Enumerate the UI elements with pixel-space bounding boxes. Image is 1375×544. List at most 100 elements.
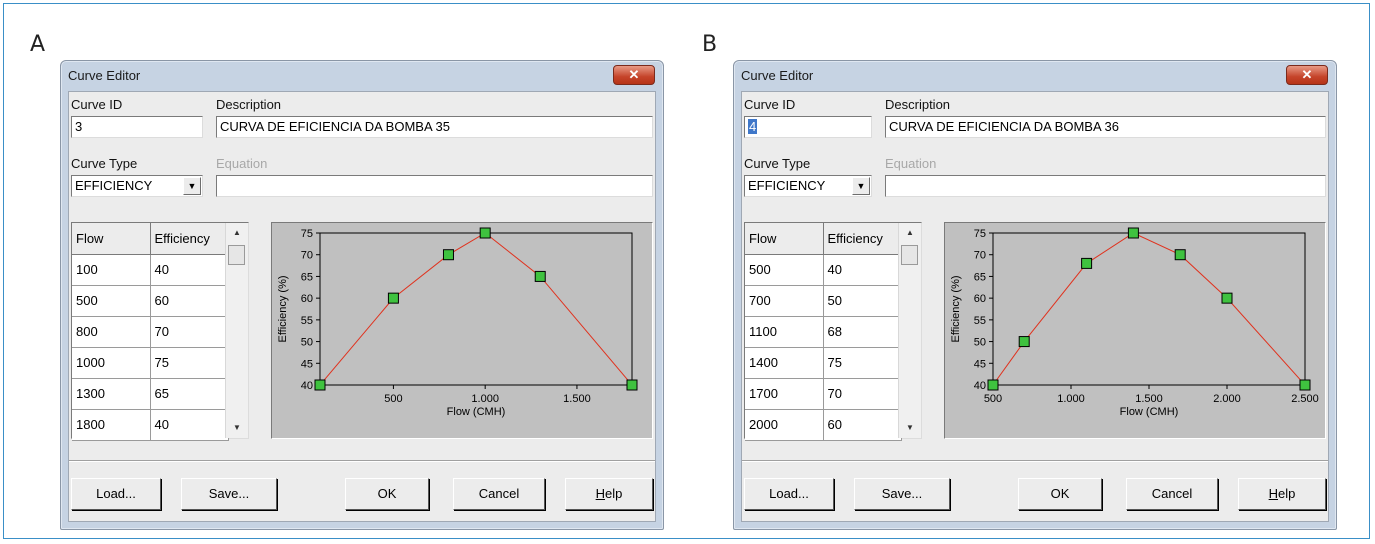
title-bar[interactable]: Curve Editor ✕	[734, 61, 1336, 91]
x-tick-label: 500	[984, 393, 1002, 405]
x-tick-label: 1.000	[471, 393, 499, 405]
flow-cell[interactable]: 1400	[745, 347, 824, 379]
scroll-down-icon[interactable]: ▼	[899, 418, 921, 438]
x-tick-label: 2.000	[1213, 393, 1241, 405]
flow-cell[interactable]: 100	[72, 254, 151, 286]
help-label: elp	[1278, 486, 1296, 501]
y-axis-label: Efficiency (%)	[277, 275, 289, 342]
flow-cell[interactable]: 700	[745, 285, 824, 317]
data-point-marker	[1174, 249, 1186, 261]
save-button[interactable]: Save...	[181, 478, 277, 510]
flow-cell[interactable]: 1800	[72, 409, 151, 441]
save-button[interactable]: Save...	[854, 478, 950, 510]
column-header-flow[interactable]: Flow	[72, 223, 151, 255]
efficiency-cell[interactable]: 60	[150, 285, 229, 317]
help-button[interactable]: Help	[1238, 478, 1326, 510]
scroll-thumb[interactable]	[228, 245, 245, 265]
ok-button[interactable]: OK	[1018, 478, 1102, 510]
curve-type-select[interactable]: EFFICIENCY ▼	[744, 175, 872, 197]
chevron-down-icon[interactable]: ▼	[852, 177, 870, 195]
y-tick-label: 65	[301, 271, 313, 283]
table-row[interactable]: 800 70	[72, 316, 229, 348]
scroll-thumb[interactable]	[901, 245, 918, 265]
help-mnemonic: H	[1268, 486, 1279, 501]
table-row[interactable]: 500 60	[72, 285, 229, 317]
ok-button[interactable]: OK	[345, 478, 429, 510]
grid-scrollbar[interactable]: ▲ ▼	[898, 223, 921, 438]
efficiency-cell[interactable]: 40	[150, 409, 229, 441]
close-button[interactable]: ✕	[613, 65, 655, 85]
data-point-marker	[1018, 336, 1030, 348]
help-button[interactable]: Help	[565, 478, 653, 510]
flow-cell[interactable]: 500	[745, 254, 824, 286]
flow-cell[interactable]: 500	[72, 285, 151, 317]
efficiency-cell[interactable]: 50	[823, 285, 902, 317]
scroll-down-icon[interactable]: ▼	[226, 418, 248, 438]
data-point-marker	[479, 227, 491, 239]
dialog-client-area: Curve ID 3 Description CURVA DE EFICIENC…	[68, 91, 656, 522]
curve-id-label: Curve ID	[71, 97, 123, 112]
flow-cell[interactable]: 1300	[72, 378, 151, 410]
efficiency-cell[interactable]: 70	[823, 378, 902, 410]
data-point-marker	[1299, 379, 1311, 391]
table-row[interactable]: 1300 65	[72, 378, 229, 410]
chevron-down-icon[interactable]: ▼	[183, 177, 201, 195]
efficiency-cell[interactable]: 68	[823, 316, 902, 348]
table-row[interactable]: 1800 40	[72, 409, 229, 441]
title-bar[interactable]: Curve Editor ✕	[61, 61, 663, 91]
flow-cell[interactable]: 1700	[745, 378, 824, 410]
x-tick-label: 500	[384, 393, 402, 405]
flow-cell[interactable]: 800	[72, 316, 151, 348]
equation-field[interactable]	[216, 175, 653, 197]
efficiency-cell[interactable]: 40	[823, 254, 902, 286]
curve-data-grid[interactable]: Flow Efficiency 100 40 500 60 800 70 1000 75…	[71, 222, 249, 441]
efficiency-cell[interactable]: 40	[150, 254, 229, 286]
curve-id-field[interactable]: 4	[744, 116, 872, 138]
table-row[interactable]: 100 40	[72, 254, 229, 286]
cancel-button[interactable]: Cancel	[1126, 478, 1218, 510]
efficiency-curve-plot: 40 45 50 55 60 65 70 75 500 1.000 1.500 2.000 2.500 F…	[944, 222, 1326, 439]
load-button[interactable]: Load...	[744, 478, 834, 510]
efficiency-cell[interactable]: 60	[823, 409, 902, 441]
flow-cell[interactable]: 1000	[72, 347, 151, 379]
grid-scrollbar[interactable]: ▲ ▼	[225, 223, 248, 438]
load-button[interactable]: Load...	[71, 478, 161, 510]
efficiency-series-line	[992, 232, 1306, 386]
flow-cell[interactable]: 2000	[745, 409, 824, 441]
table-row[interactable]: 1000 75	[72, 347, 229, 379]
efficiency-cell[interactable]: 75	[823, 347, 902, 379]
table-row[interactable]: 1100 68	[745, 316, 902, 348]
curve-data-grid[interactable]: Flow Efficiency 500 40 700 50 1100 68 1400 7…	[744, 222, 922, 441]
column-header-efficiency[interactable]: Efficiency	[823, 223, 902, 255]
flow-cell[interactable]: 1100	[745, 316, 824, 348]
data-point-marker	[1221, 292, 1233, 304]
curve-id-field[interactable]: 3	[71, 116, 203, 138]
table-row[interactable]: 700 50	[745, 285, 902, 317]
curve-type-select[interactable]: EFFICIENCY ▼	[71, 175, 203, 197]
x-tick-label: 1.000	[1057, 393, 1085, 405]
y-tick-label: 50	[974, 337, 986, 349]
table-row[interactable]: 2000 60	[745, 409, 902, 441]
table-row[interactable]: 1400 75	[745, 347, 902, 379]
column-header-flow[interactable]: Flow	[745, 223, 824, 255]
scroll-up-icon[interactable]: ▲	[226, 223, 248, 243]
equation-field[interactable]	[885, 175, 1326, 197]
y-tick-label: 75	[301, 228, 313, 240]
column-header-efficiency[interactable]: Efficiency	[150, 223, 229, 255]
scroll-up-icon[interactable]: ▲	[899, 223, 921, 243]
cancel-button[interactable]: Cancel	[453, 478, 545, 510]
data-point-marker	[1081, 257, 1093, 269]
description-field[interactable]: CURVA DE EFICIENCIA DA BOMBA 36	[885, 116, 1326, 138]
equation-label: Equation	[885, 156, 937, 171]
description-field[interactable]: CURVA DE EFICIENCIA DA BOMBA 35	[216, 116, 653, 138]
table-row[interactable]: 500 40	[745, 254, 902, 286]
close-button[interactable]: ✕	[1286, 65, 1328, 85]
curve-chart: 40 45 50 55 60 65 70 75 500 1.000 1.500 2.000 2.500 F…	[950, 227, 1319, 418]
efficiency-cell[interactable]: 75	[150, 347, 229, 379]
help-label: elp	[605, 486, 623, 501]
efficiency-cell[interactable]: 70	[150, 316, 229, 348]
data-point-marker	[626, 379, 638, 391]
efficiency-cell[interactable]: 65	[150, 378, 229, 410]
table-row[interactable]: 1700 70	[745, 378, 902, 410]
data-point-marker	[534, 270, 546, 282]
